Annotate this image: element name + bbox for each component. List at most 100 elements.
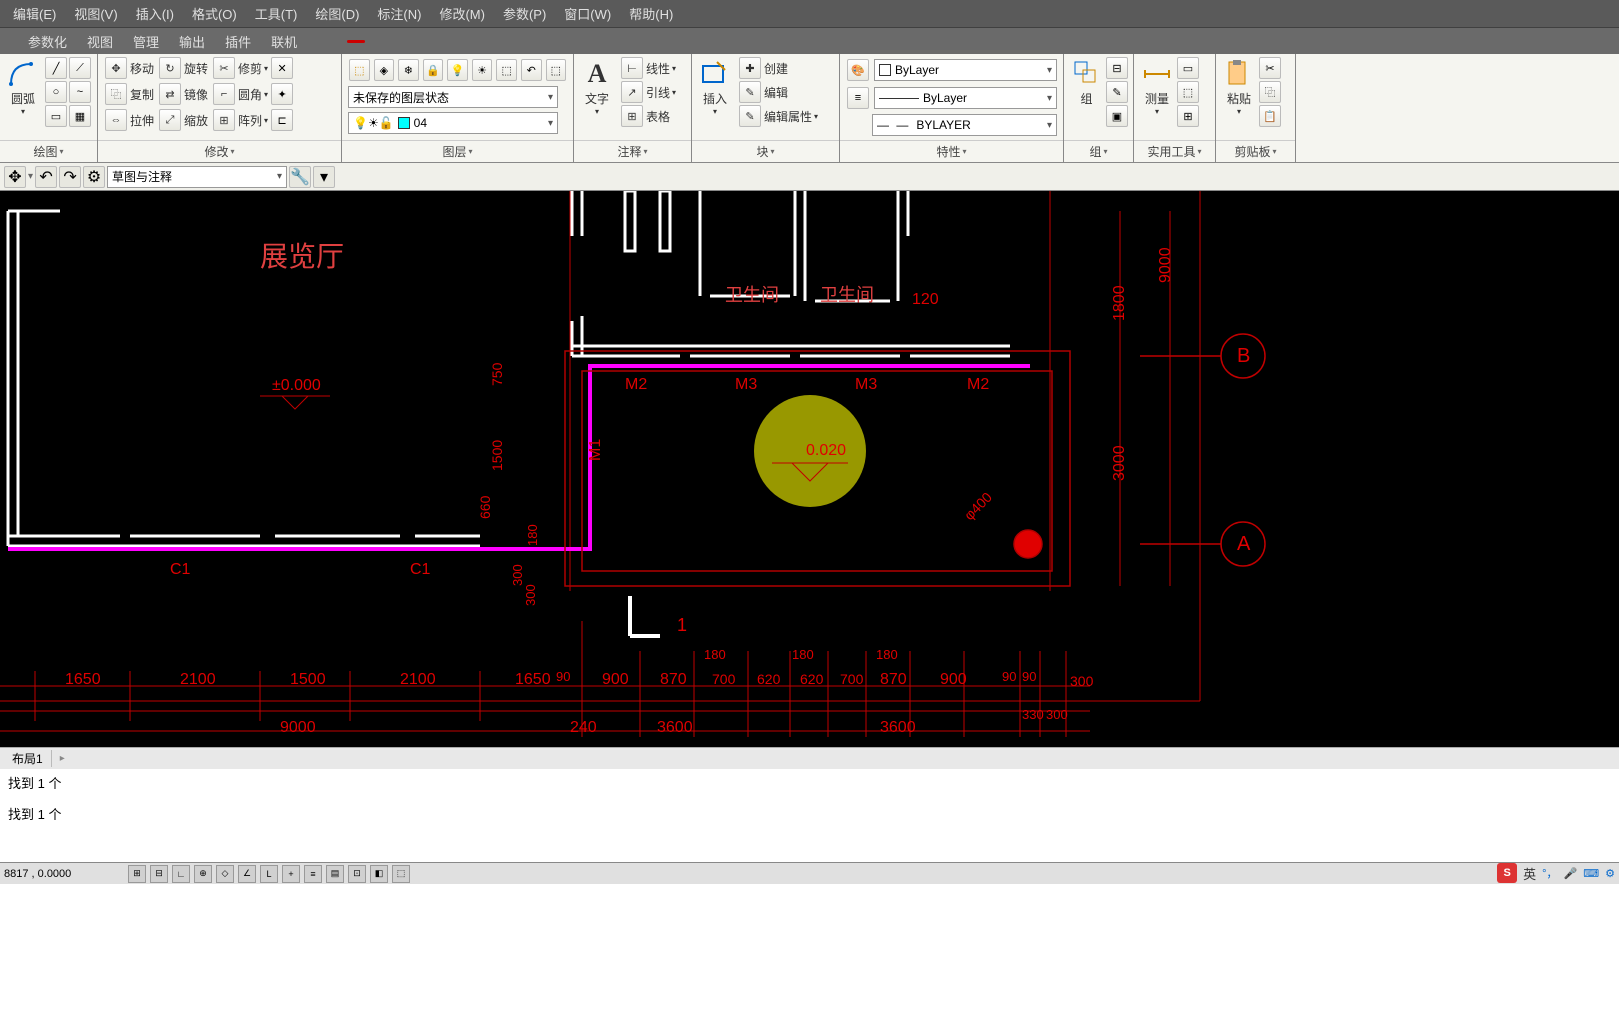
qat-redo-icon[interactable]: ↷ xyxy=(59,166,81,188)
menu-view[interactable]: 视图(V) xyxy=(65,4,126,23)
list-props-icon[interactable]: ≡ xyxy=(847,87,869,109)
ungroup-icon[interactable]: ⊟ xyxy=(1106,57,1128,79)
circle-icon[interactable]: ○ xyxy=(45,81,67,103)
layer-freeze-icon[interactable]: ❄ xyxy=(398,59,419,81)
dyn-toggle[interactable]: + xyxy=(282,865,300,883)
menu-draw[interactable]: 绘图(D) xyxy=(306,4,368,23)
edit-button[interactable]: ✎编辑 xyxy=(736,80,820,104)
calc-icon[interactable]: ⊞ xyxy=(1177,105,1199,127)
editattr-button[interactable]: ✎编辑属性▾ xyxy=(736,104,820,128)
layer-on-icon[interactable]: ☀ xyxy=(472,59,493,81)
layer-walk-icon[interactable]: ⬚ xyxy=(546,59,567,81)
lwt-toggle[interactable]: ≡ xyxy=(304,865,322,883)
workspace-combo[interactable]: 草图与注释 xyxy=(107,166,287,188)
menu-dim[interactable]: 标注(N) xyxy=(368,4,430,23)
qat-tool1-icon[interactable]: 🔧 xyxy=(289,166,311,188)
mirror-button[interactable]: ⇄镜像 xyxy=(156,82,210,106)
command-window[interactable]: 找到 1 个 找到 1 个 xyxy=(0,769,1619,862)
menu-modify[interactable]: 修改(M) xyxy=(430,4,494,23)
tab-online[interactable]: 联机 xyxy=(261,32,307,51)
copy-button[interactable]: ⿻复制 xyxy=(102,82,156,106)
ime-lang[interactable]: 英 xyxy=(1523,864,1536,883)
stretch-button[interactable]: ⇔拉伸 xyxy=(102,108,156,132)
tab-view[interactable]: 视图 xyxy=(77,32,123,51)
copy-clip-icon[interactable]: ⿻ xyxy=(1259,81,1281,103)
otrack-toggle[interactable]: ∠ xyxy=(238,865,256,883)
tab-plugins[interactable]: 插件 xyxy=(215,32,261,51)
linetype-combo[interactable]: ByLayer xyxy=(874,87,1057,109)
create-button[interactable]: ✚创建 xyxy=(736,56,820,80)
snap-toggle[interactable]: ⊞ xyxy=(128,865,146,883)
ime-logo-icon[interactable]: S xyxy=(1497,863,1517,883)
ime-punct-icon[interactable]: °， xyxy=(1542,865,1557,881)
move-button[interactable]: ✥移动 xyxy=(102,56,156,80)
polar-toggle[interactable]: ⊕ xyxy=(194,865,212,883)
layer-lock-icon[interactable]: 🔒 xyxy=(423,59,444,81)
group-edit-icon[interactable]: ✎ xyxy=(1106,81,1128,103)
poly-icon[interactable]: ⟋ xyxy=(69,57,91,79)
layer-current-combo[interactable]: 💡 ☀ 🔓 04 xyxy=(348,112,558,134)
linear-button[interactable]: ⊢线性▾ xyxy=(618,56,678,80)
qselect-icon[interactable]: ⬚ xyxy=(1177,81,1199,103)
lineweight-combo[interactable]: — — BYLAYER xyxy=(872,114,1057,136)
hatch-icon[interactable]: ▦ xyxy=(69,105,91,127)
trim-button[interactable]: ✂修剪▾ xyxy=(210,56,270,80)
grid-toggle[interactable]: ⊟ xyxy=(150,865,168,883)
arc-button[interactable]: 圆弧 ▾ xyxy=(4,56,42,118)
layer-props-icon[interactable]: ⬚ xyxy=(349,59,370,81)
menu-tools[interactable]: 工具(T) xyxy=(246,4,307,23)
explode-icon[interactable]: ✦ xyxy=(271,83,293,105)
array-button[interactable]: ⊞阵列▾ xyxy=(210,108,270,132)
fillet-button[interactable]: ⌐圆角▾ xyxy=(210,82,270,106)
menu-insert[interactable]: 插入(I) xyxy=(127,4,183,23)
drawing-canvas[interactable]: 展览厅 卫生间 卫生间 ±0.000 0.020 M2 M3 M3 M2 M1 … xyxy=(0,191,1619,747)
tab-output[interactable]: 输出 xyxy=(169,32,215,51)
insert-button[interactable]: 插入▾ xyxy=(696,56,734,118)
tpy-toggle[interactable]: ▤ xyxy=(326,865,344,883)
menu-param[interactable]: 参数(P) xyxy=(494,4,555,23)
ime-keyboard-icon[interactable]: ⌨ xyxy=(1583,867,1599,880)
text-button[interactable]: A 文字▾ xyxy=(578,56,616,118)
scale-button[interactable]: ⤢缩放 xyxy=(156,108,210,132)
erase-icon[interactable]: ✕ xyxy=(271,57,293,79)
layer-prev-icon[interactable]: ↶ xyxy=(521,59,542,81)
tab-manage[interactable]: 管理 xyxy=(123,32,169,51)
rect-icon[interactable]: ▭ xyxy=(45,105,67,127)
layer-iso-icon[interactable]: ◈ xyxy=(374,59,395,81)
workspace-gear-icon[interactable]: ⚙ xyxy=(83,166,105,188)
paste-button[interactable]: 粘贴▾ xyxy=(1220,56,1258,118)
ortho-toggle[interactable]: ∟ xyxy=(172,865,190,883)
match-props-icon[interactable]: 🎨 xyxy=(847,59,869,81)
menu-format[interactable]: 格式(O) xyxy=(183,4,246,23)
layer-state-combo[interactable]: 未保存的图层状态 xyxy=(348,86,558,108)
tab-scroll-icon[interactable]: ▸ xyxy=(52,753,73,764)
spline-icon[interactable]: ~ xyxy=(69,81,91,103)
layer-off-icon[interactable]: 💡 xyxy=(447,59,468,81)
menu-window[interactable]: 窗口(W) xyxy=(555,4,620,23)
ime-settings-icon[interactable]: ⚙ xyxy=(1605,867,1615,880)
menu-help[interactable]: 帮助(H) xyxy=(620,4,682,23)
qat-pan-icon[interactable]: ✥ xyxy=(4,166,26,188)
menu-edit[interactable]: 编辑(E) xyxy=(4,4,65,23)
layer-match-icon[interactable]: ⬚ xyxy=(496,59,517,81)
paste-special-icon[interactable]: 📋 xyxy=(1259,105,1281,127)
offset-icon[interactable]: ⊏ xyxy=(271,109,293,131)
qat-tool2-icon[interactable]: ▾ xyxy=(313,166,335,188)
select-icon[interactable]: ▭ xyxy=(1177,57,1199,79)
ime-mic-icon[interactable]: 🎤 xyxy=(1564,867,1578,880)
measure-button[interactable]: 测量▾ xyxy=(1138,56,1176,118)
am-toggle[interactable]: ⬚ xyxy=(392,865,410,883)
osnap-toggle[interactable]: ◇ xyxy=(216,865,234,883)
ducs-toggle[interactable]: L xyxy=(260,865,278,883)
qp-toggle[interactable]: ⊡ xyxy=(348,865,366,883)
sc-toggle[interactable]: ◧ xyxy=(370,865,388,883)
color-combo[interactable]: ByLayer xyxy=(874,59,1057,81)
tab-parametric[interactable]: 参数化 xyxy=(18,32,77,51)
leader-button[interactable]: ↗引线▾ xyxy=(618,80,678,104)
group-bbox-icon[interactable]: ▣ xyxy=(1106,105,1128,127)
rotate-button[interactable]: ↻旋转 xyxy=(156,56,210,80)
line-icon[interactable]: ╱ xyxy=(45,57,67,79)
group-button[interactable]: 组 xyxy=(1068,56,1105,109)
table-button[interactable]: ⊞表格 xyxy=(618,104,678,128)
cut-icon[interactable]: ✂ xyxy=(1259,57,1281,79)
